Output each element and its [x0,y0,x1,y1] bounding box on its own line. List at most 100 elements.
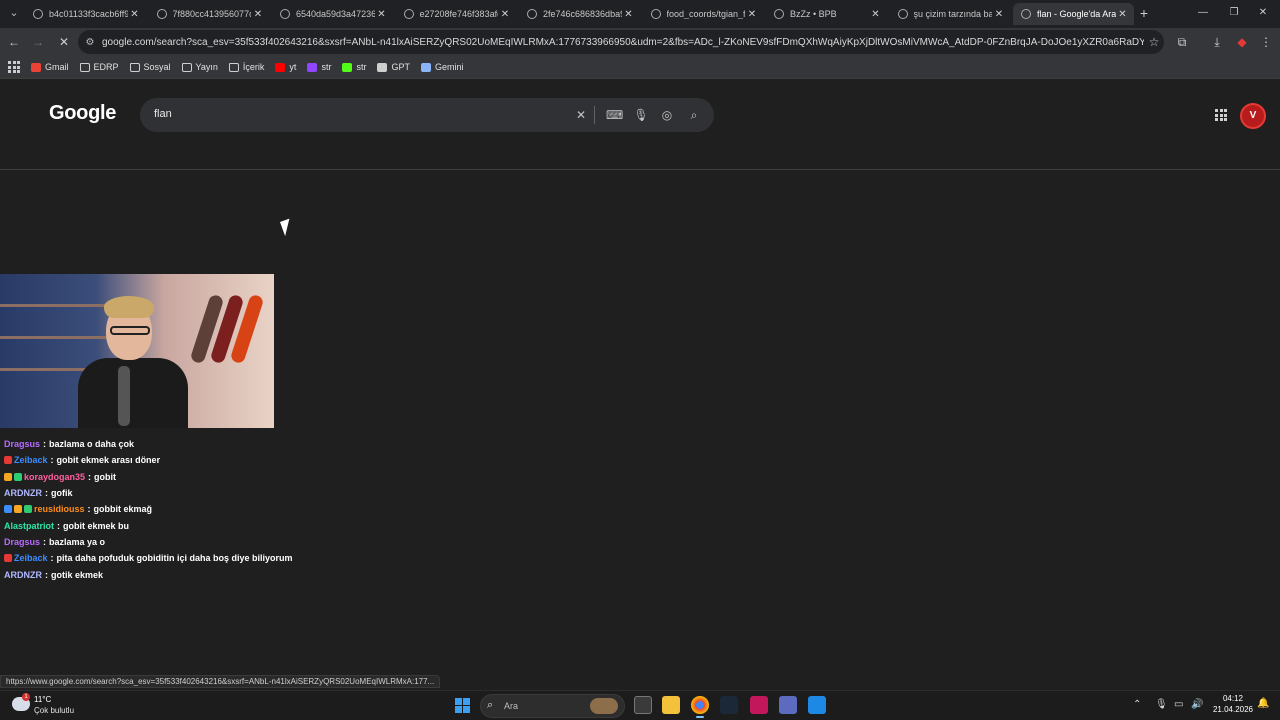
tab-close-icon[interactable]: ✕ [992,9,1006,20]
chat-username[interactable]: Dragsus [4,439,40,449]
chat-message: ARDNZR: gotik ekmek [4,566,404,582]
tab-close-icon[interactable]: ✕ [1116,9,1130,20]
tab-title: 7f880cc413956077dc [172,9,252,19]
tab-close-icon[interactable]: ✕ [622,9,636,20]
tab[interactable]: e27208fe746f383afcc ✕ [396,3,517,25]
apps-shortcut-icon[interactable] [7,60,21,74]
tab-close-icon[interactable]: ✕ [375,9,389,20]
tab-close-icon[interactable]: ✕ [498,9,512,20]
screen: ⌄ b4c01133f3cacb6ff92 ✕ 7f880cc413956077dc… [0,0,1280,720]
tab-title: şu çizim tarzında ban [913,9,993,19]
clock-date[interactable]: 21.04.2026 [1210,705,1256,714]
forward-button[interactable]: → [30,34,46,50]
bookmark-item[interactable]: Gmail [31,62,69,72]
search-box[interactable]: flan ✕ ⌨ 🎙 ◎ ⌕ [140,98,714,132]
google-apps-icon[interactable] [1215,109,1227,121]
google-logo[interactable]: Google [49,102,116,125]
url-text[interactable]: google.com/search?sca_esv=35f533f4026432… [102,37,1144,48]
profile-icon[interactable]: ◆ [1234,34,1250,50]
file-explorer-icon[interactable] [662,696,680,714]
tab[interactable]: 7f880cc413956077dc ✕ [149,3,270,25]
kick-icon [342,62,353,72]
browser-toolbar: ← → ✕ ⚙ google.com/search?sca_esv=35f533… [0,28,1280,56]
minimize-icon[interactable]: — [1196,5,1210,21]
bookmark-item[interactable]: Gemini [420,62,463,72]
search-icon[interactable]: ⌕ [686,107,702,123]
microphone-icon[interactable]: 🎙 [1155,699,1168,710]
app-icon[interactable] [750,696,768,714]
bookmark-item[interactable]: Sosyal [129,62,171,72]
chat-username[interactable]: Zeiback [14,455,48,465]
close-window-icon[interactable]: ✕ [1256,5,1270,21]
chat-username[interactable]: Zeiback [14,553,48,563]
tab[interactable]: BzZz • BPB ✕ [766,3,887,25]
bookmark-star-icon[interactable]: ☆ [1144,35,1164,49]
extensions-icon[interactable]: ⧉ [1174,34,1190,50]
chat-username[interactable]: reusidiouss [34,504,85,514]
tab-close-icon[interactable]: ✕ [745,9,759,20]
chat-username[interactable]: koraydogan35 [24,472,85,482]
tab[interactable]: 2fe746c686836dba9c ✕ [519,3,640,25]
bookmark-item[interactable]: İçerik [228,62,265,72]
account-avatar[interactable]: V [1240,103,1266,129]
stop-loading-button[interactable]: ✕ [56,34,72,50]
chat-username[interactable]: Alastpatriot [4,521,54,531]
bookmark-item[interactable]: yt [275,62,296,72]
bookmark-item[interactable]: GPT [377,62,410,72]
chat-username[interactable]: Dragsus [4,537,40,547]
search-input[interactable]: flan [154,108,172,120]
stream-chat: Dragsus: bazlama o daha çok Zeiback: gobit … [4,436,404,583]
steam-icon[interactable] [720,696,738,714]
tab-favicon-icon [1021,9,1031,19]
windows-taskbar: 1 11°C Çok bulutlu ⌕ Ara ⌃ 🎙 ▭ 🔊 04:12 2… [0,690,1280,720]
task-view-icon[interactable] [634,696,652,714]
menu-icon[interactable]: ⋮ [1258,34,1274,50]
lens-search-icon[interactable]: ◎ [659,107,675,123]
chrome-icon[interactable] [691,696,709,718]
tab-search-icon[interactable]: ⌄ [6,5,22,21]
tab[interactable]: food_coords/tgian_fo ✕ [643,3,764,25]
bookmark-item[interactable]: Yayın [181,62,218,72]
chat-username[interactable]: ARDNZR [4,488,42,498]
site-info-icon[interactable]: ⚙ [78,37,102,48]
voice-search-icon[interactable]: 🎙 [633,107,649,123]
vscode-icon[interactable] [808,696,826,714]
tab-close-icon[interactable]: ✕ [869,9,883,20]
notifications-icon[interactable]: 🔔 [1257,698,1269,709]
tab[interactable]: 6540da59d3a472360 ✕ [272,3,393,25]
app-icon[interactable] [779,696,797,714]
restore-icon[interactable]: ❐ [1227,5,1241,21]
tab-title: 6540da59d3a472360 [296,9,375,19]
bookmark-item[interactable]: str [342,62,366,72]
tab-close-icon[interactable]: ✕ [128,9,142,20]
taskbar-search[interactable]: ⌕ Ara [480,694,625,718]
gmail-icon [31,62,41,72]
downloads-icon[interactable]: ⤓ [1209,34,1225,50]
address-bar[interactable]: ⚙ google.com/search?sca_esv=35f533f40264… [78,30,1164,54]
tab[interactable]: şu çizim tarzında ban ✕ [890,3,1011,25]
tab-favicon-icon [774,9,784,19]
clock-time[interactable]: 04:12 [1213,694,1253,703]
keyboard-icon[interactable]: ⌨ [606,107,623,123]
tab[interactable]: flan - Google'da Ara ✕ [1013,3,1134,25]
chat-text: bazlama ya o [49,536,106,547]
chat-username[interactable]: ARDNZR [4,570,42,580]
chat-message: Dragsus: bazlama o daha çok [4,436,404,452]
start-button[interactable] [455,698,470,713]
bookmark-item[interactable]: str [307,62,331,72]
tray-overflow-icon[interactable]: ⌃ [1133,699,1141,710]
back-button[interactable]: ← [6,34,22,50]
tab[interactable]: b4c01133f3cacb6ff92 ✕ [25,3,146,25]
clear-search-icon[interactable]: ✕ [573,107,589,123]
tab-close-icon[interactable]: ✕ [251,9,265,20]
bookmark-label: Yayın [195,62,218,72]
bookmarks-bar: Gmail EDRP Sosyal Yayın İçerik yt str str GPT Gem… [0,56,1280,78]
volume-icon[interactable]: 🔊 [1191,699,1203,710]
network-icon[interactable]: ▭ [1174,699,1183,710]
chat-text: gobbit ekmağ [93,504,153,515]
new-tab-button[interactable]: + [1137,5,1151,21]
bookmark-label: İçerik [242,62,265,72]
bookmark-label: Sosyal [143,62,171,72]
bookmark-item[interactable]: EDRP [79,62,119,72]
search-icon: ⌕ [487,699,494,711]
